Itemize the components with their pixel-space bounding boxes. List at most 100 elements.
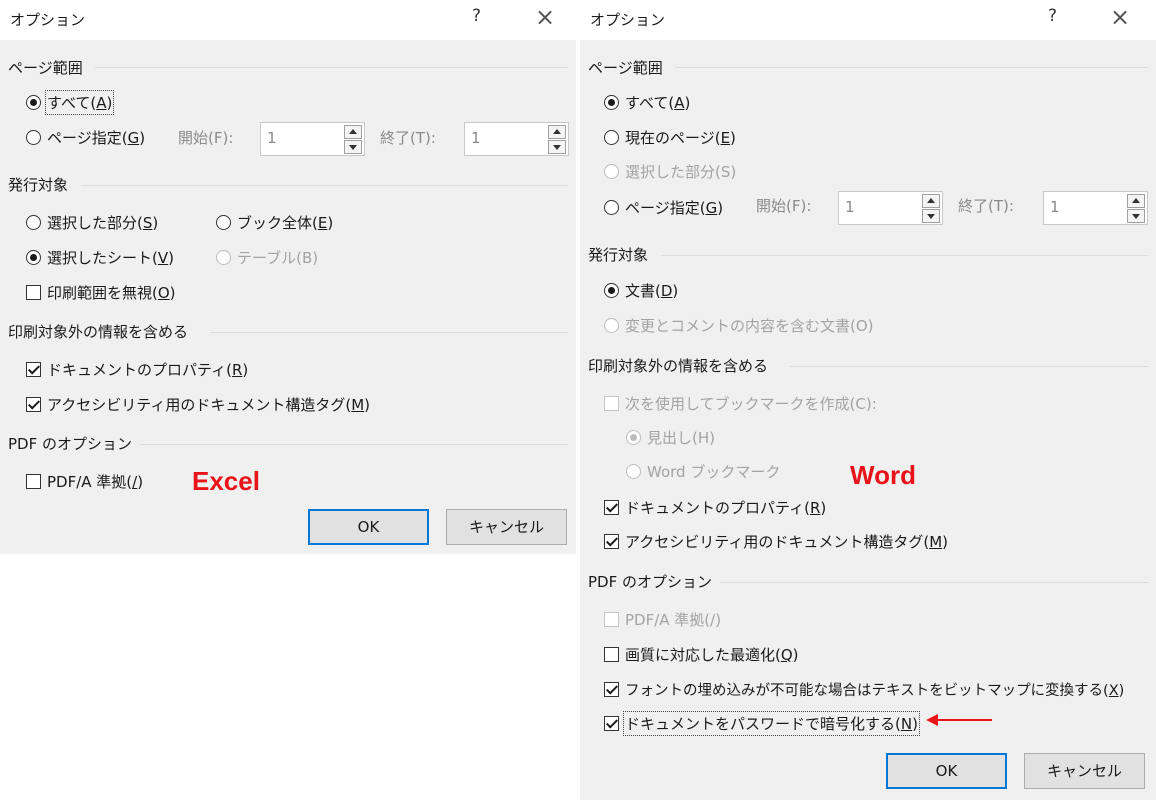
excel-radio-all-label: すべて(A) [44,90,115,115]
word-publish-heading: 発行対象 [588,246,649,264]
radio-selected-icon [626,430,641,445]
excel-to-spinner[interactable]: 1 [464,122,569,156]
word-radio-current[interactable]: 現在のページ(E) [604,127,736,148]
word-check-bitmap-label: フォントの埋め込みが不可能な場合はテキストをビットマップに変換する(X) [625,683,1125,699]
word-from-label: 開始(F): [756,197,812,215]
excel-check-pdfa[interactable]: PDF/A 準拠(/) [26,471,143,492]
word-radio-document-label: 文書(D) [625,282,679,300]
excel-options-dialog: オプション ? × ページ範囲 すべて(A) ページ指定(G) 開始(F): 1… [0,0,576,554]
radio-icon [26,130,41,145]
spin-up-icon[interactable] [548,125,566,139]
word-radio-headings: 見出し(H) [626,427,715,448]
checkbox-icon [26,474,41,489]
divider [720,582,1148,583]
word-radio-pages-label: ページ指定(G) [625,199,724,217]
radio-selected-icon [604,95,619,110]
spin-down-icon[interactable] [344,140,362,154]
word-radio-all[interactable]: すべて(A) [604,92,690,113]
spin-up-icon[interactable] [922,194,940,208]
radio-selected-icon [26,250,41,265]
divider [661,255,1148,256]
word-radio-word-bookmarks-label: Word ブックマーク [647,463,781,481]
excel-check-struct-tags[interactable]: アクセシビリティ用のドキュメント構造タグ(M) [26,394,370,415]
divider [140,444,568,445]
word-radio-selection-label: 選択した部分(S) [625,163,737,181]
divider [210,332,568,333]
word-check-encrypt-label: ドキュメントをパスワードで暗号化する(N) [623,711,920,736]
excel-ok-button[interactable]: OK [308,509,429,545]
divider [790,366,1148,367]
excel-radio-sheets[interactable]: 選択したシート(V) [26,247,174,268]
excel-check-ignore-print-area-label: 印刷範囲を無視(O) [47,284,176,302]
word-check-doc-props[interactable]: ドキュメントのプロパティ(R) [604,497,826,518]
excel-check-doc-props[interactable]: ドキュメントのプロパティ(R) [26,359,248,380]
spin-up-icon[interactable] [344,125,362,139]
excel-radio-table: テーブル(B) [216,247,318,268]
excel-radio-selection-label: 選択した部分(S) [47,214,159,232]
excel-radio-selection[interactable]: 選択した部分(S) [26,212,158,233]
excel-radio-pages-label: ページ指定(G) [47,129,146,147]
word-to-value: 1 [1050,198,1060,216]
spin-down-icon[interactable] [922,209,940,223]
word-from-value: 1 [845,198,855,216]
help-icon[interactable]: ? [472,6,481,26]
radio-icon [26,215,41,230]
word-ok-button[interactable]: OK [886,753,1007,789]
word-radio-word-bookmarks: Word ブックマーク [626,461,780,482]
word-cancel-button[interactable]: キャンセル [1024,753,1145,789]
excel-radio-pages[interactable]: ページ指定(G) [26,127,145,148]
word-check-pdfa-label: PDF/A 準拠(/) [625,611,722,629]
spin-down-icon[interactable] [1127,209,1145,223]
close-icon[interactable]: × [1110,3,1130,31]
radio-icon [216,215,231,230]
word-to-spinner[interactable]: 1 [1043,191,1148,225]
checkbox-icon [604,612,619,627]
word-check-bitmap[interactable]: フォントの埋め込みが不可能な場合はテキストをビットマップに変換する(X) [604,679,1124,700]
excel-from-label: 開始(F): [178,129,234,147]
word-radio-document[interactable]: 文書(D) [604,280,678,301]
excel-nonprint-heading: 印刷対象外の情報を含める [8,323,189,341]
word-check-struct-tags[interactable]: アクセシビリティ用のドキュメント構造タグ(M) [604,531,948,552]
excel-from-value: 1 [267,129,277,147]
help-icon[interactable]: ? [1048,6,1057,26]
excel-cancel-button[interactable]: キャンセル [446,509,567,545]
spin-up-icon[interactable] [1127,194,1145,208]
word-radio-current-label: 現在のページ(E) [625,129,736,147]
radio-icon [604,318,619,333]
word-radio-pages[interactable]: ページ指定(G) [604,197,723,218]
excel-title-bar: オプション ? × [0,0,576,40]
excel-radio-workbook-label: ブック全体(E) [237,214,334,232]
close-icon[interactable]: × [535,3,555,31]
word-check-struct-tags-label: アクセシビリティ用のドキュメント構造タグ(M) [625,533,949,551]
word-check-encrypt[interactable]: ドキュメントをパスワードで暗号化する(N) [604,711,920,736]
excel-to-label: 終了(T): [380,129,436,147]
word-to-label: 終了(T): [958,197,1014,215]
red-arrow-icon [926,714,992,726]
excel-radio-workbook[interactable]: ブック全体(E) [216,212,333,233]
radio-icon [216,250,231,265]
divider [95,67,568,68]
checkbox-checked-icon [604,534,619,549]
excel-check-ignore-print-area[interactable]: 印刷範囲を無視(O) [26,282,176,303]
word-title-bar: オプション ? × [580,0,1156,40]
excel-dialog-title: オプション [10,11,86,29]
checkbox-checked-icon [604,716,619,731]
radio-icon [626,464,641,479]
word-radio-headings-label: 見出し(H) [647,429,715,447]
word-check-bookmarks: 次を使用してブックマークを作成(C): [604,393,877,414]
radio-selected-icon [26,95,41,110]
excel-check-doc-props-label: ドキュメントのプロパティ(R) [47,361,249,379]
checkbox-checked-icon [26,397,41,412]
word-badge: Word [850,460,916,490]
checkbox-icon [604,647,619,662]
word-radio-with-markup-label: 変更とコメントの内容を含む文書(O) [625,317,874,335]
spin-down-icon[interactable] [548,140,566,154]
excel-from-spinner[interactable]: 1 [260,122,365,156]
word-from-spinner[interactable]: 1 [838,191,943,225]
word-check-optimize[interactable]: 画質に対応した最適化(Q) [604,644,799,665]
radio-icon [604,130,619,145]
word-pdf-heading: PDF のオプション [588,573,712,591]
word-radio-selection: 選択した部分(S) [604,161,736,182]
excel-radio-all[interactable]: すべて(A) [26,90,115,115]
excel-badge: Excel [192,466,260,496]
